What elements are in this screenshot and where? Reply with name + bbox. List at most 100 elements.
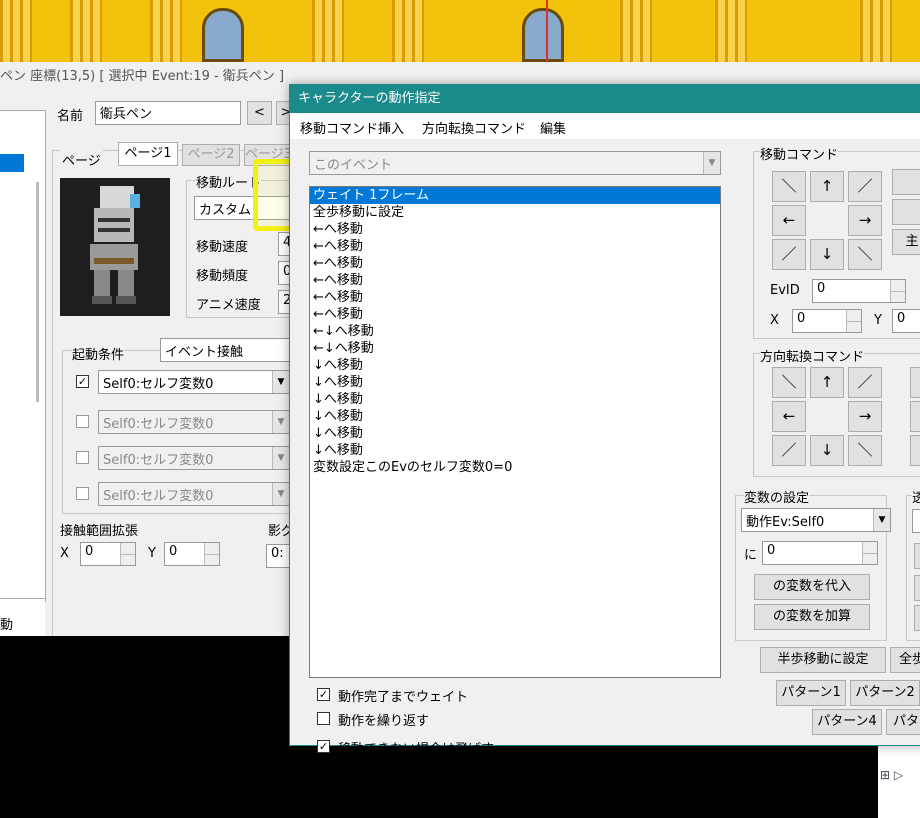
face-extra-button-2[interactable] — [910, 401, 920, 432]
move-down-button[interactable]: ↓ — [810, 239, 844, 270]
pattern-more-button[interactable]: パター — [886, 709, 920, 735]
map-tile — [860, 0, 892, 62]
condition-4-checkbox[interactable] — [76, 487, 89, 500]
move-left-button[interactable]: ← — [772, 205, 806, 236]
face-upleft-button[interactable]: ＼ — [772, 367, 806, 398]
wait-complete-checkbox[interactable]: ✓ — [317, 688, 330, 701]
condition-2-select[interactable]: Self0:セルフ変数0 ▼ — [98, 410, 290, 434]
menu-direction[interactable]: 方向転換コマンド — [422, 118, 526, 137]
face-up-button[interactable]: ↑ — [810, 367, 844, 398]
event-list[interactable] — [0, 110, 46, 602]
condition-3-value: Self0:セルフ変数0 — [103, 453, 214, 468]
variable-label: 変数の設定 — [744, 487, 810, 506]
repeat-checkbox[interactable] — [317, 712, 330, 725]
move-up-button[interactable]: ↑ — [810, 171, 844, 202]
move-right-button[interactable]: → — [848, 205, 882, 236]
command-list-item[interactable]: ←へ移動 — [310, 272, 720, 289]
contact-y-spinner[interactable] — [204, 543, 219, 565]
move-downleft-button[interactable]: ／ — [772, 239, 806, 270]
condition-2-checkbox[interactable] — [76, 415, 89, 428]
move-extra-button-2[interactable] — [892, 199, 920, 225]
character-sprite[interactable] — [60, 178, 170, 316]
face-upright-button[interactable]: ／ — [848, 367, 882, 398]
assign-variable-button[interactable]: の変数を代入 — [754, 574, 870, 600]
command-list-item[interactable]: ↓へ移動 — [310, 357, 720, 374]
contact-range-label: 接触範囲拡張 — [60, 524, 139, 539]
full-step-button[interactable]: 全歩 — [890, 647, 920, 673]
face-extra-button-3[interactable] — [910, 435, 920, 466]
command-list-item[interactable]: ←へ移動 — [310, 255, 720, 272]
transparency-btn-2[interactable] — [914, 575, 920, 601]
face-left-button[interactable]: ← — [772, 401, 806, 432]
command-list-item[interactable]: ↓へ移動 — [310, 408, 720, 425]
condition-3-checkbox[interactable] — [76, 451, 89, 464]
face-downright-button[interactable]: ＼ — [848, 435, 882, 466]
contact-y-input[interactable]: 0 — [164, 542, 220, 566]
map-preview — [0, 0, 920, 62]
move-y-input[interactable]: 0 — [892, 309, 920, 333]
main-button[interactable]: 主 — [892, 229, 920, 255]
pattern1-button[interactable]: パターン1 — [776, 680, 846, 706]
evid-spinner[interactable] — [890, 280, 905, 302]
contact-x-spinner[interactable] — [120, 543, 135, 565]
command-list-item[interactable]: ↓へ移動 — [310, 425, 720, 442]
face-downleft-button[interactable]: ／ — [772, 435, 806, 466]
half-step-button[interactable]: 半歩移動に設定 — [760, 647, 886, 673]
map-canvas-area[interactable] — [0, 636, 289, 818]
variable-value-input[interactable]: 0 — [762, 541, 878, 565]
contact-x-label: X — [60, 546, 69, 561]
command-list[interactable]: ウェイト 1フレーム 全歩移動に設定 ←へ移動 ←へ移動 ←へ移動 ←へ移動 ←へ移動 ←へ移… — [309, 186, 721, 678]
move-upleft-button[interactable]: ＼ — [772, 171, 806, 202]
condition-1-select[interactable]: Self0:セルフ変数0 ▼ — [98, 370, 290, 394]
condition-1-checkbox[interactable]: ✓ — [76, 375, 89, 388]
variable-value-spinner[interactable] — [862, 542, 877, 564]
transparency-btn-1[interactable] — [914, 543, 920, 569]
command-list-item[interactable]: ウェイト 1フレーム — [310, 187, 720, 204]
condition-3-select[interactable]: Self0:セルフ変数0 ▼ — [98, 446, 290, 470]
map-window — [522, 8, 564, 62]
skip-checkbox[interactable]: ✓ — [317, 740, 330, 753]
evid-value: 0 — [817, 281, 826, 296]
command-list-item[interactable]: 変数設定このEvのセルフ変数0=0 — [310, 459, 720, 476]
target-select[interactable]: このイベント ▼ — [309, 151, 721, 175]
command-list-item[interactable]: ↓へ移動 — [310, 442, 720, 459]
command-list-item[interactable]: ←へ移動 — [310, 238, 720, 255]
condition-4-select[interactable]: Self0:セルフ変数0 ▼ — [98, 482, 290, 506]
chevron-down-icon: ▼ — [272, 483, 289, 505]
dialog-title: キャラクターの動作指定 — [290, 85, 920, 113]
menu-insert-move[interactable]: 移動コマンド挿入 — [300, 118, 404, 137]
prev-event-button[interactable]: < — [247, 101, 272, 125]
variable-target-select[interactable]: 動作Ev:Self0 ▼ — [741, 508, 891, 532]
tab-page1[interactable]: ページ1 — [118, 142, 178, 166]
menu-edit[interactable]: 編集 — [540, 118, 566, 137]
command-list-item[interactable]: ←↓へ移動 — [310, 340, 720, 357]
pattern2-button[interactable]: パターン2 — [850, 680, 920, 706]
face-down-button[interactable]: ↓ — [810, 435, 844, 466]
move-upright-button[interactable]: ／ — [848, 171, 882, 202]
transparency-btn-3[interactable] — [914, 605, 920, 631]
command-list-item[interactable]: 全歩移動に設定 — [310, 204, 720, 221]
event-list-selection[interactable] — [0, 154, 24, 172]
tab-page2[interactable]: ページ2 — [182, 144, 240, 166]
pattern4-button[interactable]: パターン4 — [812, 709, 882, 735]
command-list-item[interactable]: ←へ移動 — [310, 221, 720, 238]
command-list-item[interactable]: ↓へ移動 — [310, 374, 720, 391]
command-list-item[interactable]: ←へ移動 — [310, 306, 720, 323]
name-field[interactable]: 衛兵ペン — [95, 101, 241, 125]
move-x-spinner[interactable] — [846, 310, 861, 332]
expand-icon[interactable]: ⊞ ▷ — [880, 768, 903, 782]
move-downright-button[interactable]: ＼ — [848, 239, 882, 270]
command-list-item[interactable]: ←↓へ移動 — [310, 323, 720, 340]
face-right-button[interactable]: → — [848, 401, 882, 432]
contact-x-input[interactable]: 0 — [80, 542, 136, 566]
add-variable-button[interactable]: の変数を加算 — [754, 604, 870, 630]
move-extra-button-1[interactable] — [892, 169, 920, 195]
face-extra-button-1[interactable] — [910, 367, 920, 398]
command-list-item[interactable]: ↓へ移動 — [310, 391, 720, 408]
transparency-input[interactable] — [912, 509, 920, 533]
command-list-item[interactable]: ←へ移動 — [310, 289, 720, 306]
event-list-scrollbar[interactable] — [36, 182, 39, 402]
evid-input[interactable]: 0 — [812, 279, 906, 303]
move-x-input[interactable]: 0 — [792, 309, 862, 333]
trigger-select[interactable]: イベント接触 — [160, 338, 296, 362]
